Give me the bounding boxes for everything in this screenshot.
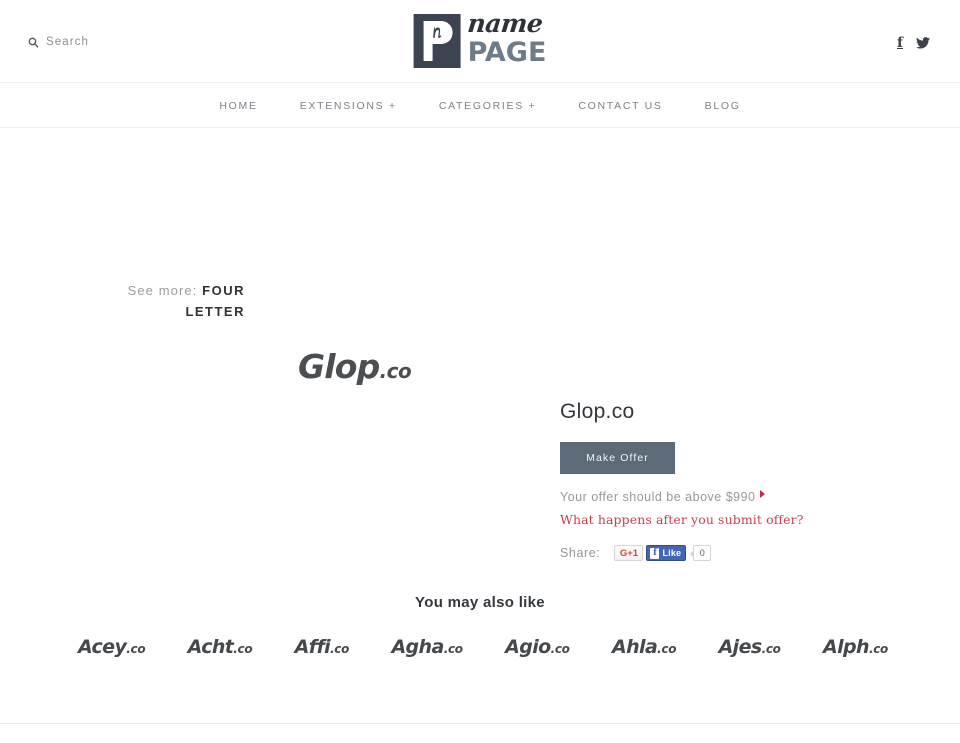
google-plus-button[interactable]: G+1 <box>614 545 644 561</box>
search-icon <box>28 37 39 48</box>
search-trigger[interactable]: Search <box>28 36 89 48</box>
list-item[interactable]: Alph.co <box>823 636 888 658</box>
logo-script-text: name <box>466 9 544 38</box>
suggested-domain-name: Ahla <box>612 636 658 658</box>
suggested-domain-tld: .co <box>761 642 781 656</box>
minimum-offer-note: Your offer should be above $990 <box>560 488 770 506</box>
twitter-icon[interactable] <box>916 37 930 49</box>
nav-item-blog: BLOG <box>705 96 741 114</box>
list-item[interactable]: Agha.co <box>391 636 463 658</box>
facebook-like-count: 0 <box>690 545 712 561</box>
suggested-domain-tld: .co <box>126 642 146 656</box>
list-item[interactable]: Agio.co <box>505 636 570 658</box>
suggested-domain-tld: .co <box>233 642 253 656</box>
share-label: Share: <box>560 546 601 560</box>
triangle-marker-icon <box>760 490 765 498</box>
nav-item-home: HOME <box>219 96 257 114</box>
footer-navigation: ABOUT US TERMS OF SERVICE PRIVACY POLICY… <box>0 723 960 743</box>
suggested-domain-name: Agha <box>391 636 444 658</box>
page-title: Glop.co <box>560 400 635 423</box>
suggested-domain-tld: .co <box>443 642 463 656</box>
footer-item-about-us: ABOUT US <box>240 737 304 743</box>
suggested-domain-name: Agio <box>505 636 551 658</box>
nav-item-extensions: EXTENSIONS + <box>300 96 397 114</box>
share-row: Share: G+1 f Like 0 <box>560 545 890 561</box>
suggested-domain-name: Ajes <box>718 636 763 658</box>
suggested-domain-tld: .co <box>657 642 677 656</box>
facebook-icon[interactable]: f <box>897 36 903 50</box>
suggested-domain-name: Acey <box>78 636 127 658</box>
main-navigation: HOME EXTENSIONS + CATEGORIES + CONTACT U… <box>0 83 960 128</box>
list-item[interactable]: Ahla.co <box>612 636 677 658</box>
facebook-like-label: Like <box>662 548 682 558</box>
site-header: Search name PAGE f <box>0 0 960 83</box>
share-buttons: G+1 f Like 0 <box>614 545 712 561</box>
facebook-like-button[interactable]: f Like <box>646 545 687 561</box>
footer-item-terms: TERMS OF SERVICE <box>340 737 464 743</box>
also-like-list: Acey.co Acht.co Affi.co Agha.co Agio.co … <box>78 636 888 658</box>
make-offer-button[interactable]: Make Offer <box>560 442 675 474</box>
listing-detail-panel: Glop.co Make Offer Your offer should be … <box>560 400 890 561</box>
nav-item-contact-us: CONTACT US <box>578 96 662 114</box>
footer-item-privacy: PRIVACY POLICY <box>499 737 604 743</box>
suggested-domain-tld: .co <box>550 642 570 656</box>
nav-link-categories[interactable]: CATEGORIES + <box>439 100 537 112</box>
logo-mark-icon <box>413 14 461 68</box>
nav-link-contact-us[interactable]: CONTACT US <box>578 100 662 112</box>
main-content: See more: FOUR LETTER Glop.co Glop.co Ma… <box>0 128 960 743</box>
list-item[interactable]: Ajes.co <box>719 636 781 658</box>
minimum-offer-text: Your offer should be above $990 <box>560 490 756 504</box>
nav-link-home[interactable]: HOME <box>219 100 257 112</box>
what-happens-link[interactable]: What happens after you submit offer? <box>560 512 890 527</box>
nav-link-extensions[interactable]: EXTENSIONS + <box>300 100 397 112</box>
list-item[interactable]: Acey.co <box>78 636 146 658</box>
suggested-domain-name: Acht <box>187 636 234 658</box>
list-item[interactable]: Affi.co <box>294 636 350 658</box>
suggested-domain-name: Alph <box>823 636 870 658</box>
page-root: Search name PAGE f HOME EXTENSIONS + CAT… <box>0 0 960 743</box>
domain-hero-logo: Glop.co <box>298 347 412 386</box>
logo-bold-text: PAGE <box>467 37 547 68</box>
social-links: f <box>897 36 930 50</box>
facebook-icon: f <box>650 547 660 559</box>
breadcrumb: See more: FOUR LETTER <box>105 280 245 322</box>
list-item[interactable]: Acht.co <box>188 636 253 658</box>
suggested-domain-name: Affi <box>294 636 331 658</box>
breadcrumb-prefix: See more: <box>127 283 198 298</box>
suggested-domain-tld: .co <box>868 642 888 656</box>
also-like-heading: You may also like <box>415 594 545 611</box>
logo-wordmark: name PAGE <box>466 9 547 68</box>
domain-hero-tld: .co <box>379 359 412 383</box>
suggested-domain-tld: .co <box>330 642 350 656</box>
search-label: Search <box>46 36 90 48</box>
footer-item-contact-us: CONTACT US <box>640 737 720 743</box>
nav-item-categories: CATEGORIES + <box>439 96 537 114</box>
facebook-glyph: f <box>896 35 903 51</box>
site-logo[interactable]: name PAGE <box>413 9 547 71</box>
domain-hero-name: Glop <box>298 347 380 386</box>
nav-link-blog[interactable]: BLOG <box>705 100 741 112</box>
